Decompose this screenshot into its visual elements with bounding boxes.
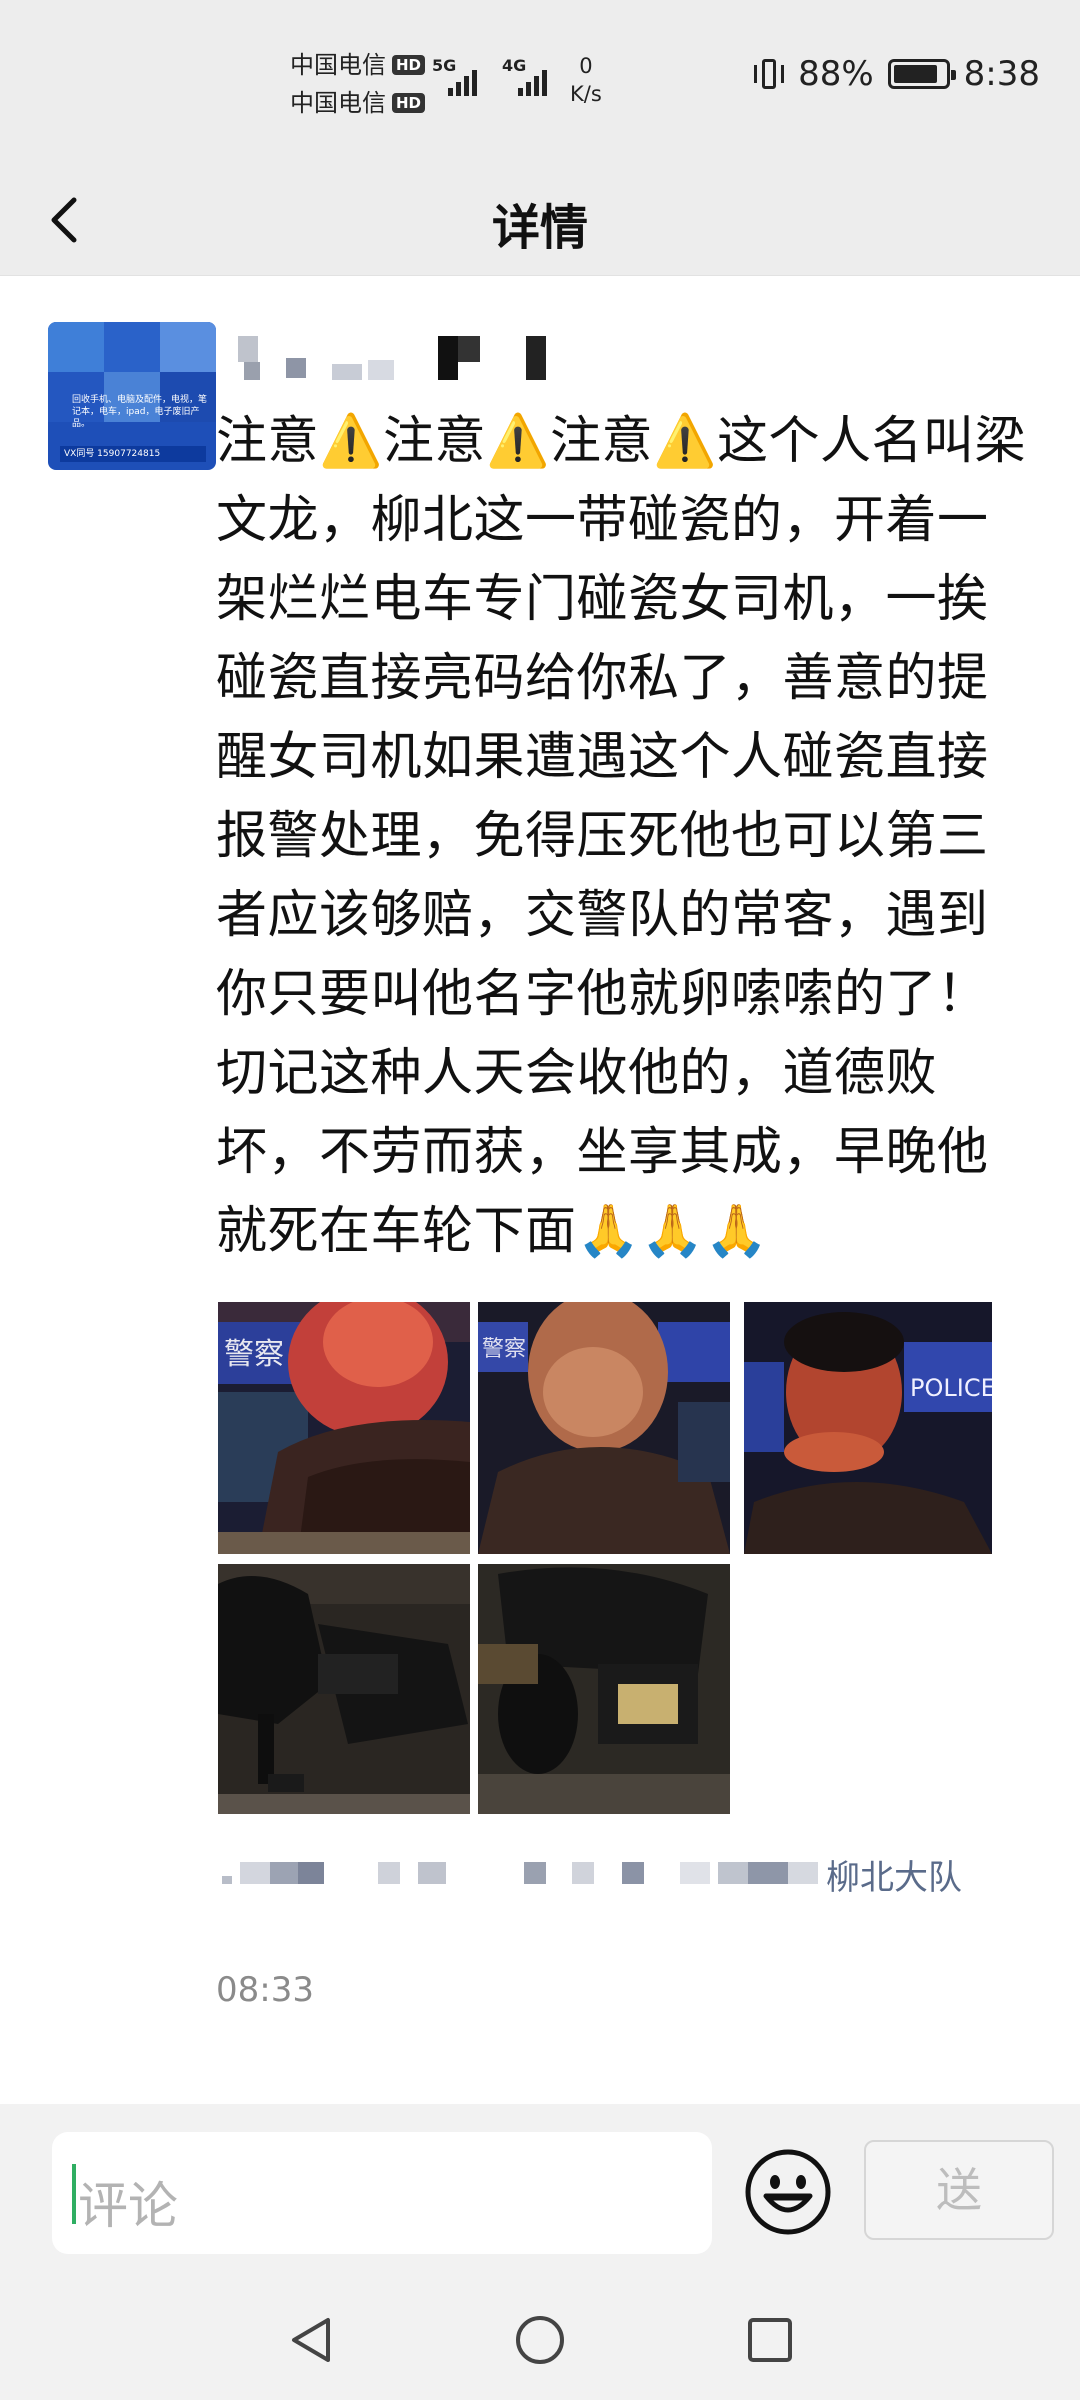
signal-4g-icon: 4G [502, 56, 550, 96]
signal-5g-icon: 5G [432, 56, 480, 96]
carrier-info: 中国电信 HD 中国电信 HD [290, 46, 426, 122]
battery-percent: 88% [798, 54, 874, 94]
carrier-2: 中国电信 [290, 89, 386, 117]
photo-thumbnail[interactable]: 警察 [218, 1302, 470, 1554]
square-recent-icon[interactable] [742, 2312, 798, 2368]
text-cursor [72, 2164, 76, 2224]
battery-icon [887, 59, 956, 89]
comment-bar: 评论 送 [0, 2104, 1080, 2282]
network-speed: 0 K/s [570, 52, 602, 108]
avatar-text: 回收手机、电脑及配件，电视，笔记本，电车，ipad，电子废旧产品。 [72, 395, 208, 429]
speed-unit: K/s [570, 82, 602, 106]
avatar-contact: VX同号 15907724815 [60, 446, 206, 462]
page-title: 详情 [491, 200, 588, 256]
vibrate-icon [754, 57, 785, 91]
send-button[interactable]: 送 [864, 2140, 1054, 2240]
photo-thumbnail[interactable]: 警察 POLICE [478, 1302, 730, 1554]
status-right: 88% 8:38 [754, 54, 1040, 94]
location-label: 柳北大队 [826, 1858, 962, 1898]
photo-sign-text: 警察 [224, 1337, 284, 1372]
status-bar: 中国电信 HD 中国电信 HD 5G 4G 0 K/s 88% 8:38 [0, 0, 1080, 160]
hd-badge: HD [392, 93, 426, 113]
photo-thumbnail[interactable] [478, 1564, 730, 1814]
system-nav-bar [0, 2282, 1080, 2400]
comment-input[interactable]: 评论 [52, 2132, 712, 2254]
post-content: 注意⚠️注意⚠️注意⚠️这个人名叫梁文龙，柳北这一带碰瓷的，开着一架烂烂电车专门… [216, 412, 1027, 1261]
comment-placeholder: 评论 [78, 2177, 178, 2235]
circle-home-icon[interactable] [512, 2312, 568, 2368]
clock: 8:38 [963, 54, 1040, 94]
carrier-1: 中国电信 [290, 51, 386, 79]
smiley-icon[interactable] [744, 2148, 832, 2236]
photo-thumbnail[interactable]: POLICE [744, 1302, 992, 1554]
hd-badge: HD [392, 55, 426, 75]
photo-thumbnail[interactable] [218, 1564, 470, 1814]
post-location[interactable]: 柳北大队 [218, 1848, 1008, 1898]
post-time: 08:33 [216, 1970, 314, 2010]
photo-sign-text: POLICE [910, 1374, 992, 1402]
triangle-back-icon[interactable] [284, 2312, 340, 2368]
signal-indicators: 5G 4G [432, 56, 550, 96]
avatar[interactable]: 回收手机、电脑及配件，电视，笔记本，电车，ipad，电子废旧产品。 VX同号 1… [48, 322, 216, 470]
speed-value: 0 [579, 54, 593, 78]
title-bar: 详情 [0, 160, 1080, 276]
nickname-redacted[interactable] [238, 330, 558, 390]
